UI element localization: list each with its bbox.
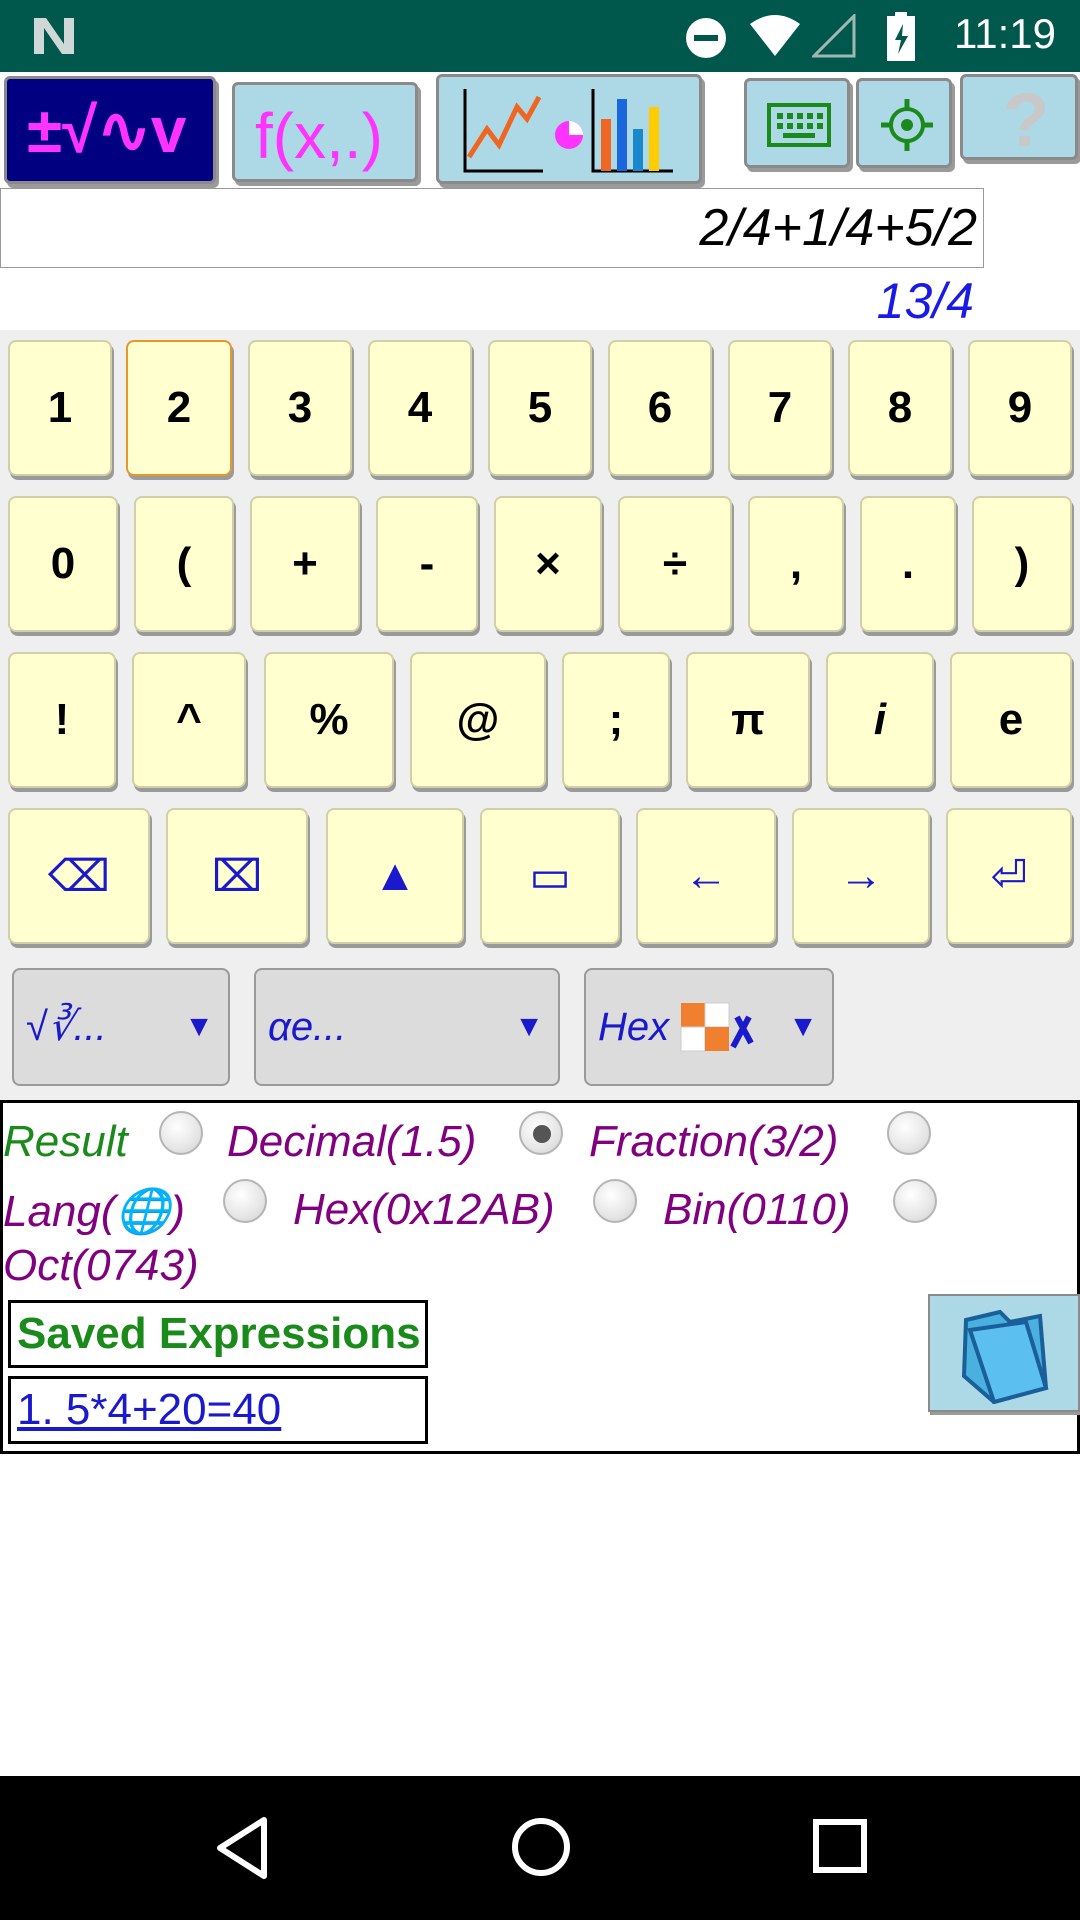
backspace-icon: ⌫ — [47, 851, 111, 901]
key-semicolon[interactable]: ; — [562, 652, 670, 788]
key-7[interactable]: 7 — [728, 340, 832, 476]
function-mode-button[interactable]: f(x,.) — [232, 82, 418, 182]
space-icon: ▭ — [529, 851, 571, 901]
option-lang-label[interactable]: Lang(🌐) — [3, 1185, 185, 1237]
enter-key[interactable]: ⏎ — [946, 808, 1072, 944]
key-pi[interactable]: π — [686, 652, 810, 788]
key-1[interactable]: 1 — [8, 340, 112, 476]
back-icon[interactable] — [214, 1816, 270, 1880]
key-multiply[interactable]: × — [494, 496, 602, 632]
key-9[interactable]: 9 — [968, 340, 1072, 476]
radio-lang[interactable] — [223, 1179, 267, 1223]
calculator-mode-button[interactable]: ±√∿v — [4, 76, 216, 184]
space-key[interactable]: ▭ — [480, 808, 620, 944]
shift-icon: ▲ — [373, 851, 417, 900]
option-fraction-label[interactable]: Fraction(3/2) — [589, 1117, 838, 1167]
hex-label: Hex — [598, 1004, 670, 1049]
chevron-down-icon: ▼ — [184, 1010, 214, 1043]
radio-decimal[interactable] — [519, 1111, 563, 1155]
chevron-down-icon: ▼ — [788, 1010, 818, 1043]
saved-expression-item[interactable]: 1. 5*4+20=40 — [8, 1376, 428, 1444]
enter-icon: ⏎ — [990, 851, 1028, 901]
home-icon[interactable] — [510, 1816, 572, 1878]
clear-icon: ⌧ — [211, 851, 263, 901]
signal-icon — [812, 14, 856, 58]
help-button[interactable]: ? — [960, 74, 1078, 163]
root-functions-label: √∛... — [26, 1005, 107, 1049]
constants-dropdown[interactable]: αe... ▼ — [254, 968, 560, 1086]
radio-result[interactable] — [159, 1111, 203, 1155]
calculator-mode-label: ±√∿v — [27, 94, 187, 166]
folder-icon — [961, 1309, 1049, 1404]
hex-dropdown[interactable]: Hex ▼ — [584, 968, 834, 1086]
key-plus[interactable]: + — [250, 496, 360, 632]
graph-mode-button[interactable] — [436, 74, 702, 184]
key-6[interactable]: 6 — [608, 340, 712, 476]
clear-key[interactable]: ⌧ — [166, 808, 308, 944]
option-hex-label[interactable]: Hex(0x12AB) — [293, 1185, 555, 1235]
do-not-disturb-icon — [686, 18, 726, 58]
key-5[interactable]: 5 — [488, 340, 592, 476]
left-arrow-icon: ← — [684, 851, 728, 900]
key-imaginary[interactable]: i — [826, 652, 934, 788]
key-3[interactable]: 3 — [248, 340, 352, 476]
key-2[interactable]: 2 — [126, 340, 232, 476]
chart-icon — [463, 89, 673, 173]
navigation-bar — [0, 1776, 1080, 1920]
key-at[interactable]: @ — [410, 652, 546, 788]
backspace-key[interactable]: ⌫ — [8, 808, 150, 944]
keyboard-button[interactable] — [744, 78, 850, 168]
open-folder-button[interactable] — [928, 1294, 1080, 1412]
constants-label: αe... — [268, 1004, 347, 1049]
key-close-paren[interactable]: ) — [972, 496, 1072, 632]
settings-button[interactable] — [856, 78, 952, 168]
saved-expressions-title: Saved Expressions — [8, 1300, 428, 1368]
root-functions-dropdown[interactable]: √∛... ▼ — [12, 968, 230, 1086]
key-0[interactable]: 0 — [8, 496, 118, 632]
radio-hex[interactable] — [593, 1179, 637, 1223]
option-decimal-label[interactable]: Decimal(1.5) — [227, 1117, 476, 1167]
key-decimal[interactable]: . — [860, 496, 956, 632]
keyboard-icon — [767, 103, 831, 147]
expression-input[interactable]: 2/4+1/4+5/2 — [0, 188, 984, 268]
key-4[interactable]: 4 — [368, 340, 472, 476]
hex-letters-icon — [680, 1002, 754, 1052]
result-display: 13/4 — [876, 273, 974, 329]
key-percent[interactable]: % — [264, 652, 394, 788]
right-arrow-icon: → — [839, 851, 883, 900]
key-8[interactable]: 8 — [848, 340, 952, 476]
option-bin-label[interactable]: Bin(0110) — [663, 1185, 851, 1235]
wifi-icon — [750, 15, 800, 56]
key-e[interactable]: e — [950, 652, 1072, 788]
keypad: 1 2 3 4 5 6 7 8 9 0 ( + - × ÷ , . ) ! ^ … — [0, 330, 1080, 1100]
battery-charging-icon — [887, 12, 915, 61]
radio-bin[interactable] — [893, 1179, 937, 1223]
right-arrow-key[interactable]: → — [792, 808, 930, 944]
key-factorial[interactable]: ! — [8, 652, 116, 788]
key-minus[interactable]: - — [376, 496, 478, 632]
status-bar: 11:19 — [0, 0, 1080, 72]
option-oct-label[interactable]: Oct(0743) — [3, 1241, 199, 1291]
left-arrow-key[interactable]: ← — [636, 808, 776, 944]
help-icon: ? — [1003, 78, 1050, 163]
key-comma[interactable]: , — [748, 496, 844, 632]
result-label: Result — [3, 1117, 128, 1166]
function-mode-label: f(x,.) — [255, 100, 383, 172]
radio-fraction[interactable] — [887, 1111, 931, 1155]
key-open-paren[interactable]: ( — [134, 496, 234, 632]
gear-icon — [881, 99, 933, 151]
key-power[interactable]: ^ — [132, 652, 246, 788]
clock: 11:19 — [954, 10, 1056, 57]
shift-key[interactable]: ▲ — [326, 808, 464, 944]
key-divide[interactable]: ÷ — [618, 496, 732, 632]
recents-icon[interactable] — [812, 1818, 868, 1874]
chevron-down-icon: ▼ — [514, 1010, 544, 1043]
n-logo-icon — [34, 18, 74, 54]
